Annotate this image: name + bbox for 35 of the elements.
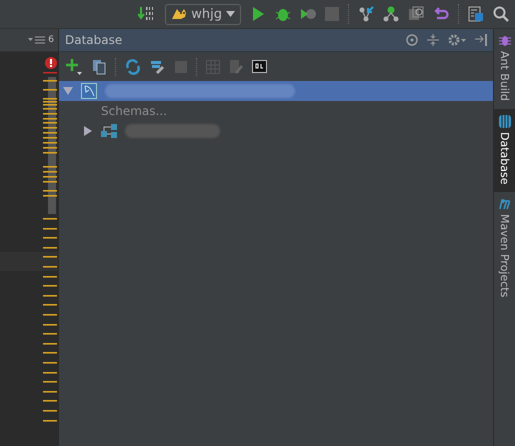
target-icon[interactable] xyxy=(406,34,418,46)
error-icon xyxy=(45,57,57,69)
vcs-commit-icon[interactable] xyxy=(383,6,399,22)
caret-icon xyxy=(226,11,235,17)
bug-icon[interactable] xyxy=(275,6,291,22)
database-icon xyxy=(498,114,510,128)
tool-window-tab[interactable]: Ant Build xyxy=(494,29,515,109)
fold-count: 6 xyxy=(48,35,54,45)
schemas-link[interactable]: Schemas... xyxy=(101,104,167,118)
run-icon[interactable] xyxy=(250,6,266,22)
sql-console-icon[interactable] xyxy=(252,60,267,73)
settings-icon[interactable] xyxy=(448,34,466,46)
cat-icon xyxy=(171,7,188,21)
schema-icon xyxy=(101,124,117,138)
add-icon[interactable] xyxy=(65,58,83,76)
collapse-all-icon[interactable] xyxy=(427,34,439,46)
vcs-update-icon[interactable] xyxy=(358,6,374,22)
run-configuration-dropdown[interactable]: whjg xyxy=(165,4,241,24)
expand-arrow-icon[interactable] xyxy=(83,126,93,136)
search-icon[interactable] xyxy=(493,6,509,22)
undo-icon[interactable] xyxy=(433,6,449,22)
refresh-icon[interactable] xyxy=(125,58,141,74)
expand-arrow-icon[interactable] xyxy=(63,86,73,96)
ant-icon xyxy=(498,35,510,47)
history-icon[interactable] xyxy=(408,6,424,22)
hide-panel-icon[interactable] xyxy=(475,34,487,46)
datasource-icon xyxy=(81,83,97,99)
fold-menu-icon[interactable] xyxy=(28,36,46,44)
coverage-run-icon[interactable] xyxy=(300,6,316,22)
copy-icon[interactable] xyxy=(92,58,106,74)
tool-window-tab[interactable]: Database xyxy=(494,108,515,192)
maven-icon xyxy=(498,198,510,210)
tool-window-tab[interactable]: Maven Projects xyxy=(494,192,515,306)
project-structure-icon[interactable] xyxy=(468,6,484,22)
panel-title: Database xyxy=(65,33,122,47)
